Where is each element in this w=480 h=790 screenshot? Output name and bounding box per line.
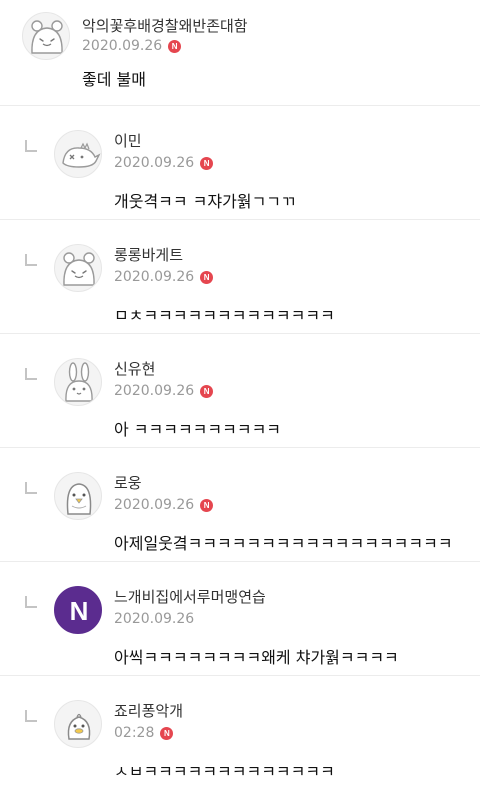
comment-meta: 2020.09.26 N	[114, 269, 214, 285]
comment-meta: 02:28 N	[114, 725, 174, 741]
comment-date: 2020.09.26	[114, 155, 195, 171]
reply-arrow-icon	[25, 596, 37, 608]
reply-arrow-icon	[25, 710, 37, 722]
comment-text: ㅅㅂㅋㅋㅋㅋㅋㅋㅋㅋㅋㅋㅋㅋㅋ	[114, 762, 335, 781]
avatar-letter: N	[70, 596, 89, 626]
comment-text: 개웃격ㅋㅋ ㅋ쟈가웕ㄱㄱㄲ	[114, 192, 296, 211]
comment-item: 악의꽃후배경찰왜반존대함 2020.09.26 N 좋데 불매	[0, 0, 480, 106]
comment-nickname[interactable]: 신유현	[114, 358, 155, 379]
hamster-avatar-icon[interactable]	[22, 12, 70, 60]
comment-date: 2020.09.26	[114, 383, 195, 399]
comment-nickname[interactable]: 느개비집에서루머맹연습	[114, 586, 266, 607]
reply-item: 이민 2020.09.26 N 개웃격ㅋㅋ ㅋ쟈가웕ㄱㄱㄲ	[0, 106, 480, 220]
comment-date: 2020.09.26	[114, 611, 195, 627]
new-badge: N	[200, 270, 214, 284]
reply-arrow-icon	[25, 482, 37, 494]
reply-item: 로웅 2020.09.26 N 아제일웃곀ㅋㅋㅋㅋㅋㅋㅋㅋㅋㅋㅋㅋㅋㅋㅋㅋㅋㅋ	[0, 448, 480, 562]
reply-arrow-icon	[25, 140, 37, 152]
new-badge: N	[200, 156, 214, 170]
comment-text: 좋데 불매	[82, 70, 146, 89]
new-badge: N	[160, 726, 174, 740]
comment-nickname[interactable]: 이민	[114, 130, 142, 151]
comment-meta: 2020.09.26	[114, 611, 194, 627]
comment-date: 2020.09.26	[114, 497, 195, 513]
comment-nickname[interactable]: 롱롱바게트	[114, 244, 183, 265]
reply-item: 롱롱바게트 2020.09.26 N ㅁㅊㅋㅋㅋㅋㅋㅋㅋㅋㅋㅋㅋㅋㅋ	[0, 220, 480, 334]
comment-nickname[interactable]: 악의꽃후배경찰왜반존대함	[82, 15, 248, 36]
comment-nickname[interactable]: 죠리퐁악개	[114, 700, 183, 721]
reply-item: 죠리퐁악개 02:28 N ㅅㅂㅋㅋㅋㅋㅋㅋㅋㅋㅋㅋㅋㅋㅋ	[0, 676, 480, 790]
comment-text: 아씩ㅋㅋㅋㅋㅋㅋㅋㅋ왜케 챠가웕ㅋㅋㅋㅋ	[114, 648, 399, 667]
letter-n-avatar-icon[interactable]: N	[54, 586, 102, 634]
new-badge: N	[200, 384, 214, 398]
comment-nickname[interactable]: 로웅	[114, 472, 142, 493]
new-badge: N	[200, 498, 214, 512]
reply-item: N 느개비집에서루머맹연습 2020.09.26 아씩ㅋㅋㅋㅋㅋㅋㅋㅋ왜케 챠가…	[0, 562, 480, 676]
comment-date: 02:28	[114, 725, 155, 741]
comment-meta: 2020.09.26 N	[114, 383, 214, 399]
rabbit-avatar-icon[interactable]	[54, 358, 102, 406]
comment-text: ㅁㅊㅋㅋㅋㅋㅋㅋㅋㅋㅋㅋㅋㅋㅋ	[114, 306, 335, 325]
comment-meta: 2020.09.26 N	[114, 155, 214, 171]
reply-arrow-icon	[25, 368, 37, 380]
reply-item: 신유현 2020.09.26 N 아 ㅋㅋㅋㅋㅋㅋㅋㅋㅋㅋ	[0, 334, 480, 448]
dinosaur-avatar-icon[interactable]	[54, 130, 102, 178]
comment-text: 아 ㅋㅋㅋㅋㅋㅋㅋㅋㅋㅋ	[114, 420, 282, 439]
comment-date: 2020.09.26	[114, 269, 195, 285]
penguin-avatar-icon[interactable]	[54, 472, 102, 520]
comment-date: 2020.09.26	[82, 38, 163, 54]
reply-arrow-icon	[25, 254, 37, 266]
hamster-avatar-icon[interactable]	[54, 244, 102, 292]
comment-meta: 2020.09.26 N	[82, 38, 182, 54]
new-badge: N	[168, 39, 182, 53]
comment-meta: 2020.09.26 N	[114, 497, 214, 513]
duck-avatar-icon[interactable]	[54, 700, 102, 748]
comment-text: 아제일웃곀ㅋㅋㅋㅋㅋㅋㅋㅋㅋㅋㅋㅋㅋㅋㅋㅋㅋㅋ	[114, 534, 453, 553]
